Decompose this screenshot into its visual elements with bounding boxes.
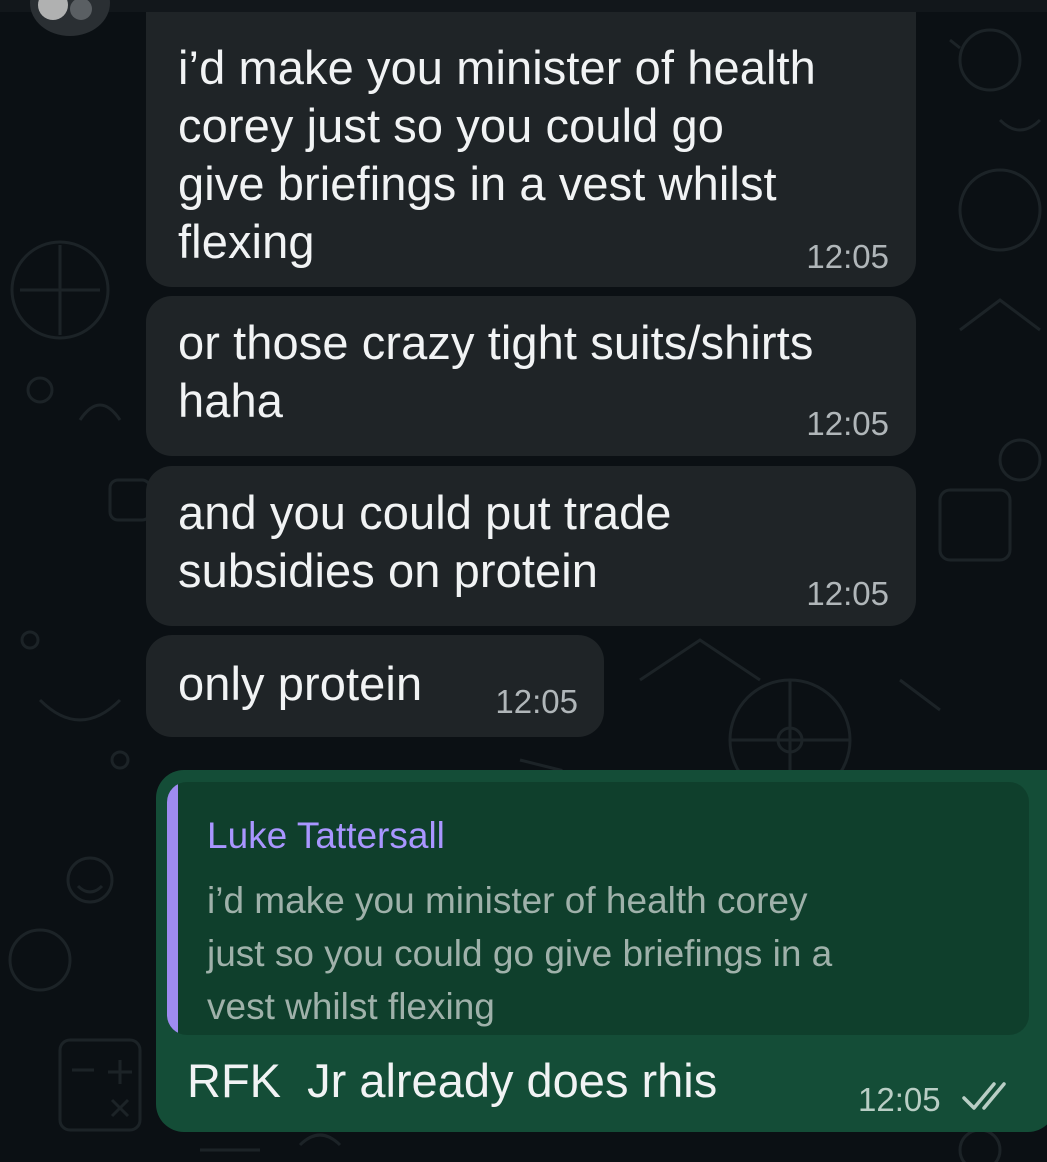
quoted-reply[interactable]: Luke Tattersall i’d make you minister of… — [167, 782, 1029, 1035]
double-check-icon — [962, 1082, 1006, 1110]
quote-text: i’d make you minister of health corey ju… — [207, 880, 833, 1027]
message-timestamp: 12:05 — [806, 405, 889, 442]
message-text: and you could put trade subsidies on pro… — [178, 486, 672, 597]
incoming-message[interactable]: or those crazy tight suits/shirts haha 1… — [146, 296, 916, 456]
outgoing-message[interactable]: Luke Tattersall i’d make you minister of… — [156, 770, 1047, 1132]
message-text: i’d make you minister of health corey ju… — [178, 41, 816, 268]
incoming-message[interactable]: only protein 12:05 — [146, 635, 604, 737]
message-text: only protein — [178, 657, 423, 710]
message-timestamp: 12:05 — [806, 238, 889, 275]
quote-accent-bar — [167, 782, 178, 1035]
message-text: RFK Jr already does rhis — [187, 1054, 718, 1107]
message-text: or those crazy tight suits/shirts haha — [178, 316, 814, 427]
incoming-message[interactable]: i’d make you minister of health corey ju… — [146, 12, 916, 287]
message-timestamp: 12:05 — [858, 1081, 941, 1118]
top-bar — [0, 0, 1047, 12]
message-timestamp: 12:05 — [495, 683, 578, 720]
incoming-message[interactable]: and you could put trade subsidies on pro… — [146, 466, 916, 626]
message-timestamp: 12:05 — [806, 575, 889, 612]
quote-author: Luke Tattersall — [207, 815, 445, 856]
